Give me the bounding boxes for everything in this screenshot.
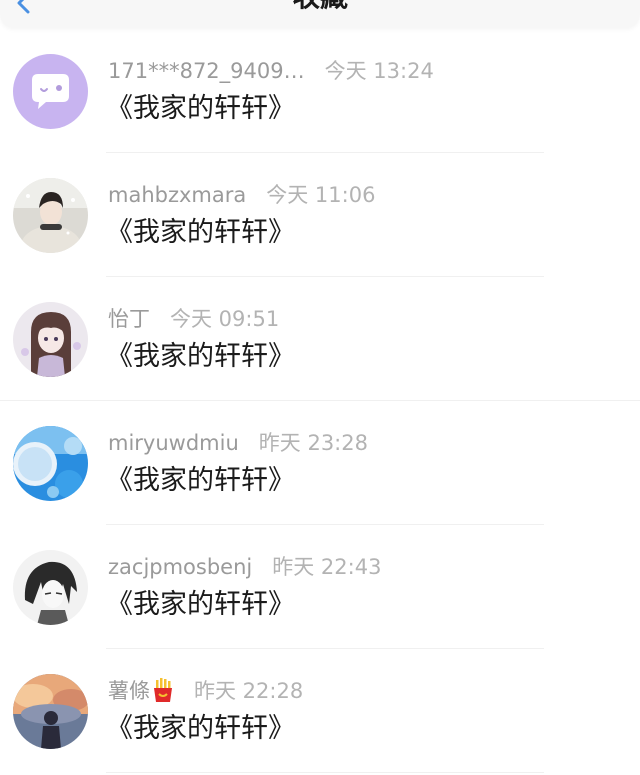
book-title[interactable]: 《我家的轩轩》 [106,215,295,251]
username[interactable]: 薯條 [108,679,150,703]
favorites-list: 171***872_9409… 今天 13:24 《我家的轩轩》 mahbzxm… [0,29,640,773]
item-meta: miryuwdmiu 昨天 23:28 [108,428,368,458]
username[interactable]: mahbzxmara [108,183,246,207]
username[interactable]: 171***872_9409… [108,59,305,83]
item-meta: zacjpmosbenj 昨天 22:43 [108,552,381,582]
girl-portrait-avatar[interactable] [13,178,88,253]
timestamp: 昨天 22:28 [194,679,304,703]
book-title[interactable]: 《我家的轩轩》 [106,711,295,747]
page-title: 收藏 [0,0,640,14]
book-title[interactable]: 《我家的轩轩》 [106,463,295,499]
item-meta: 怡丁 今天 09:51 [108,304,279,334]
top-bar: 收藏 [0,0,640,28]
item-meta: mahbzxmara 今天 11:06 [108,180,375,210]
list-item[interactable]: 怡丁 今天 09:51 《我家的轩轩》 [0,277,640,401]
book-title[interactable]: 《我家的轩轩》 [106,587,295,623]
username[interactable]: zacjpmosbenj [108,555,252,579]
timestamp: 今天 13:24 [324,59,434,83]
timestamp: 昨天 22:43 [272,555,382,579]
timestamp: 今天 09:51 [170,307,280,331]
blue-bubbles-avatar[interactable] [13,426,88,501]
list-item[interactable]: mahbzxmara 今天 11:06 《我家的轩轩》 [0,153,640,277]
collections-screen: 收藏 171***872_9409… 今天 13:24 《我家的轩轩》 [0,0,640,775]
anime-boy-avatar[interactable] [13,550,88,625]
anime-girl-avatar[interactable] [13,302,88,377]
chat-bubble-avatar[interactable] [13,54,88,129]
username[interactable]: 怡丁 [108,307,150,331]
book-title[interactable]: 《我家的轩轩》 [106,339,295,375]
fries-icon [154,678,172,702]
timestamp: 昨天 23:28 [258,431,368,455]
list-item[interactable]: 171***872_9409… 今天 13:24 《我家的轩轩》 [0,29,640,153]
sunset-figure-avatar[interactable] [13,674,88,749]
username[interactable]: miryuwdmiu [108,431,239,455]
item-meta: 171***872_9409… 今天 13:24 [108,56,434,86]
item-meta: 薯條 昨天 22:28 [108,676,303,706]
list-item[interactable]: miryuwdmiu 昨天 23:28 《我家的轩轩》 [0,401,640,525]
timestamp: 今天 11:06 [266,183,376,207]
list-item[interactable]: 薯條 昨天 22:28 《我家的轩轩》 [0,649,640,773]
list-item[interactable]: zacjpmosbenj 昨天 22:43 《我家的轩轩》 [0,525,640,649]
divider [106,772,544,773]
book-title[interactable]: 《我家的轩轩》 [106,91,295,127]
